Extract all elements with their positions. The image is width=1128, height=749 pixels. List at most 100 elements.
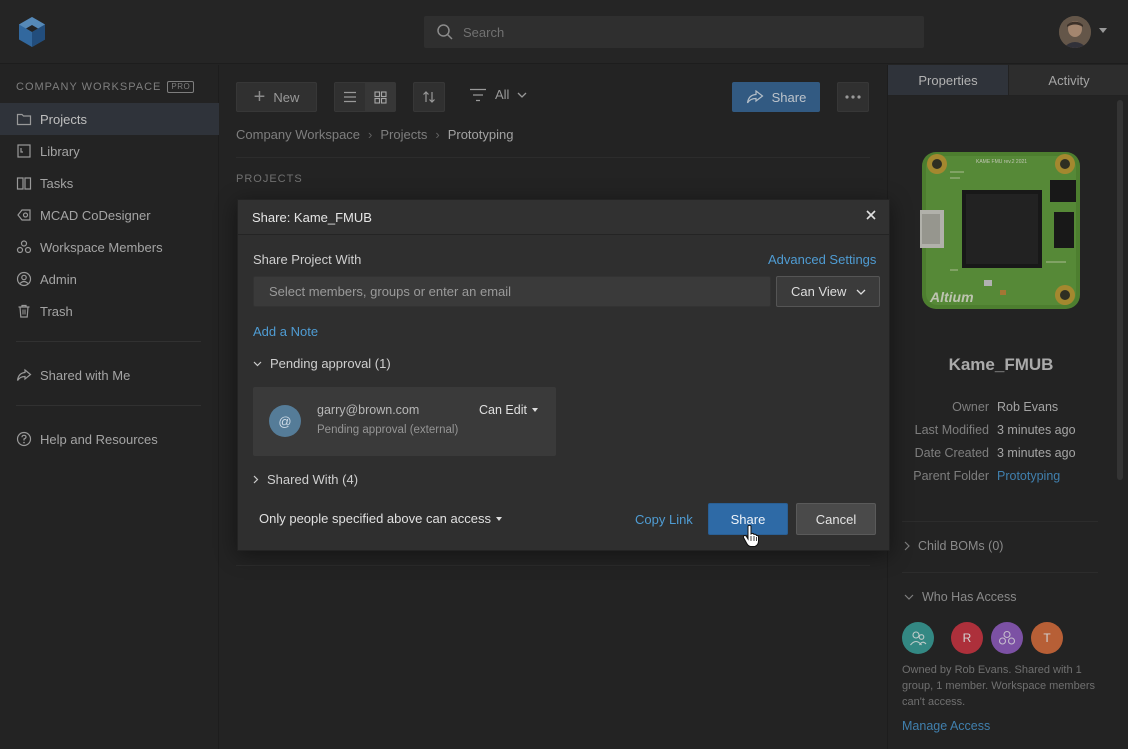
shared-with-label: Shared With (4) — [267, 472, 359, 487]
caret-down-icon — [531, 408, 538, 412]
share-with-label: Share Project With — [253, 252, 362, 267]
who-has-access-label: Who Has Access — [922, 590, 1017, 604]
trash-icon — [16, 303, 32, 319]
app-logo-icon[interactable] — [16, 16, 48, 48]
more-icon — [845, 95, 861, 99]
sidebar-item-mcad-codesigner[interactable]: MCAD CoDesigner — [0, 199, 219, 231]
chevron-right-icon — [904, 541, 910, 551]
share-icon — [16, 367, 32, 383]
filter-icon — [470, 88, 486, 101]
scrollbar[interactable] — [1117, 100, 1123, 480]
sidebar-item-shared-with-me[interactable]: Shared with Me — [0, 359, 219, 391]
tasks-icon — [16, 175, 32, 191]
grid-view-button[interactable] — [364, 83, 395, 111]
close-icon — [866, 210, 876, 220]
user-menu-caret-icon[interactable] — [1099, 28, 1107, 33]
project-thumbnail[interactable]: KAME FMU rev.2 2021 Altium — [920, 150, 1082, 311]
search-icon — [437, 24, 453, 40]
divider — [236, 565, 870, 566]
more-options-button[interactable] — [837, 82, 869, 112]
divider — [902, 521, 1098, 522]
sort-button[interactable] — [413, 82, 445, 112]
hand-cursor-icon — [742, 524, 759, 547]
add-note-link[interactable]: Add a Note — [253, 324, 318, 339]
pending-permission-dropdown[interactable]: Can Edit — [479, 403, 538, 417]
meta-row-owner: Owner Rob Evans — [888, 395, 1114, 418]
copy-link-button[interactable]: Copy Link — [635, 512, 693, 527]
group-avatar[interactable] — [902, 622, 934, 654]
chevron-right-icon — [253, 475, 259, 484]
share-toolbar-button[interactable]: Share — [732, 82, 820, 112]
workspace-title-text: COMPANY WORKSPACE — [16, 81, 162, 93]
divider — [236, 157, 870, 158]
list-view-button[interactable] — [335, 83, 365, 111]
pending-member-card: @ garry@brown.com Pending approval (exte… — [253, 387, 556, 456]
sidebar-item-tasks[interactable]: Tasks — [0, 167, 219, 199]
sidebar-item-projects[interactable]: Projects — [0, 103, 219, 135]
child-boms-label: Child BOMs (0) — [918, 539, 1004, 553]
sidebar-item-label: Trash — [40, 303, 73, 319]
chevron-down-icon — [253, 361, 262, 366]
member-avatar[interactable]: T — [1031, 622, 1063, 654]
filter-dropdown[interactable]: All — [469, 87, 527, 102]
share-dialog: Share: Kame_FMUB Share Project With Adva… — [237, 199, 890, 551]
sidebar-item-label: Workspace Members — [40, 239, 163, 255]
chevron-down-icon — [517, 92, 527, 98]
who-has-access-section[interactable]: Who Has Access — [904, 590, 1016, 604]
sidebar-item-help[interactable]: Help and Resources — [0, 423, 219, 455]
breadcrumb-separator-icon: › — [435, 127, 440, 142]
manage-access-link[interactable]: Manage Access — [902, 719, 990, 733]
close-button[interactable] — [862, 206, 880, 224]
mcad-icon — [16, 207, 32, 223]
members-icon — [16, 239, 32, 255]
shared-with-toggle[interactable]: Shared With (4) — [253, 472, 358, 487]
members-avatar[interactable] — [991, 622, 1023, 654]
sidebar-item-workspace-members[interactable]: Workspace Members — [0, 231, 219, 263]
project-meta: Owner Rob Evans Last Modified 3 minutes … — [888, 395, 1114, 487]
help-icon — [16, 431, 32, 447]
breadcrumb-item[interactable]: Projects — [380, 127, 427, 142]
share-toolbar-label: Share — [771, 89, 807, 105]
dialog-header: Share: Kame_FMUB — [238, 200, 889, 235]
properties-panel: Properties Activity KAME FMU rev.2 2021 … — [887, 65, 1128, 749]
dialog-title: Share: Kame_FMUB — [252, 210, 372, 225]
sidebar-divider — [16, 405, 201, 406]
sidebar-item-trash[interactable]: Trash — [0, 295, 219, 327]
meta-value: 3 minutes ago — [997, 445, 1076, 460]
access-scope-dropdown[interactable]: Only people specified above can access — [259, 511, 502, 526]
permission-dropdown[interactable]: Can View — [776, 276, 880, 307]
tab-activity[interactable]: Activity — [1008, 65, 1128, 96]
user-avatar[interactable] — [1059, 16, 1091, 48]
project-name: Kame_FMUB — [948, 355, 1054, 374]
share-icon — [746, 90, 764, 104]
admin-icon — [16, 271, 32, 287]
child-boms-section[interactable]: Child BOMs (0) — [904, 539, 1003, 553]
parent-folder-link[interactable]: Prototyping — [997, 469, 1060, 483]
view-toggle — [334, 82, 396, 112]
folder-icon — [16, 111, 32, 127]
grid-view-icon — [374, 90, 387, 104]
sidebar-item-label: Projects — [40, 111, 87, 127]
search-input[interactable] — [463, 24, 903, 40]
new-button-label: New — [273, 89, 300, 105]
meta-key: Parent Folder — [913, 468, 989, 483]
sidebar-item-library[interactable]: Library — [0, 135, 219, 167]
pending-approval-toggle[interactable]: Pending approval (1) — [253, 356, 391, 371]
sidebar-item-admin[interactable]: Admin — [0, 263, 219, 295]
member-avatar[interactable]: R — [951, 622, 983, 654]
search-bar[interactable] — [424, 16, 924, 48]
sidebar-item-label: Admin — [40, 271, 77, 287]
pro-badge: PRO — [167, 81, 195, 93]
advanced-settings-link[interactable]: Advanced Settings — [768, 252, 876, 267]
sidebar-item-label: Library — [40, 143, 80, 159]
members-input[interactable] — [253, 276, 771, 307]
cancel-button[interactable]: Cancel — [796, 503, 876, 535]
breadcrumb-item[interactable]: Company Workspace — [236, 127, 360, 142]
pending-email: garry@brown.com — [317, 403, 420, 417]
new-button[interactable]: + New — [236, 82, 317, 112]
breadcrumb-separator-icon: › — [368, 127, 373, 142]
email-avatar: @ — [269, 405, 301, 437]
sidebar-item-label: Tasks — [40, 175, 74, 191]
sidebar-divider — [16, 341, 201, 342]
tab-properties[interactable]: Properties — [888, 65, 1008, 96]
